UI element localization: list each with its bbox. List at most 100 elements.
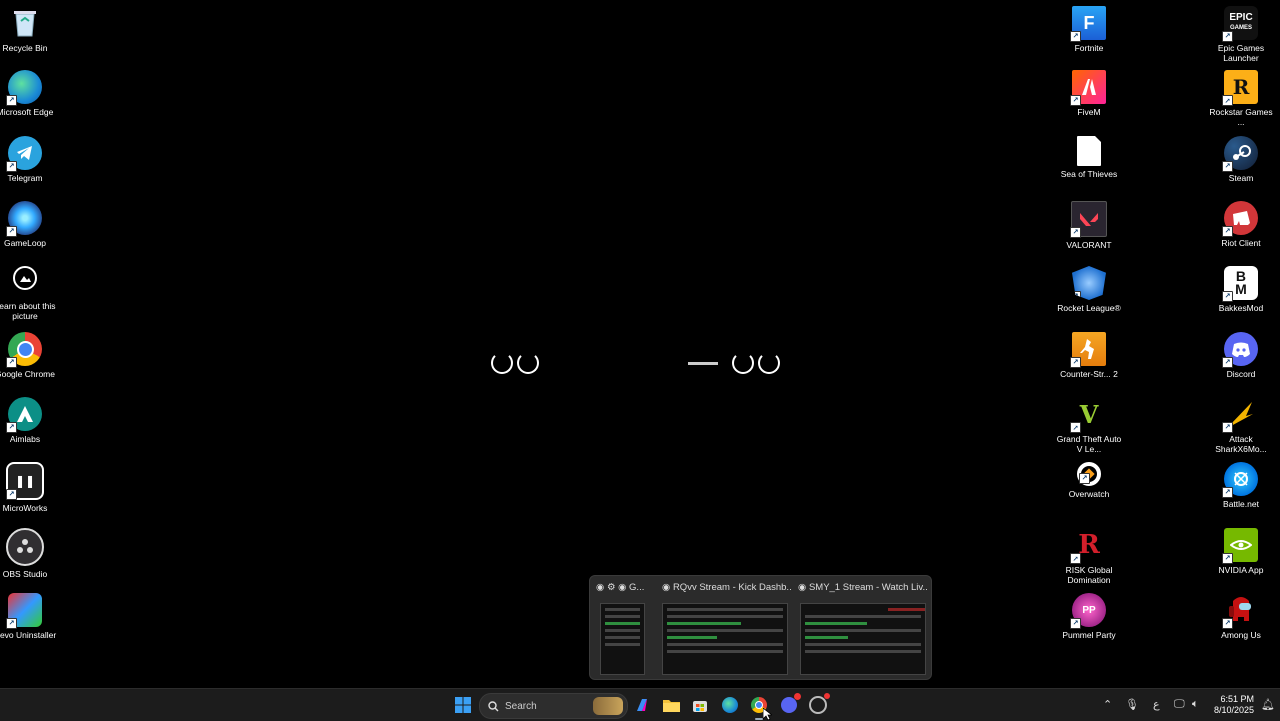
taskbar-copilot-button[interactable] xyxy=(632,695,652,715)
preview-tab-3[interactable]: ◉ SMY_1 Stream - Watch Liv... xyxy=(798,582,928,593)
preview-tab-2[interactable]: ◉ RQvv Stream - Kick Dashb... xyxy=(662,582,792,593)
desktop-icon-risk[interactable]: R ↗ RISK Global Domination xyxy=(1053,528,1125,585)
search-label: Search xyxy=(505,700,537,712)
chrome-icon: ◉ xyxy=(618,582,627,593)
folder-icon xyxy=(662,700,680,712)
desktop-icon-among-us[interactable]: ↗ Among Us xyxy=(1205,593,1277,640)
taskbar-file-explorer-button[interactable] xyxy=(661,695,681,715)
store-icon xyxy=(693,701,707,712)
taskbar-window-preview: ◉ ⚙ ◉ G... ◉ RQvv Stream - Kick Dashb...… xyxy=(589,575,932,680)
settings-icon: ⚙ xyxy=(606,582,616,593)
taskbar-clock[interactable]: 6:51 PM 8/10/2025 xyxy=(1214,694,1254,716)
spinner-ring-icon xyxy=(732,352,754,374)
desktop-icon-epic[interactable]: EPIC GAMES ↗ Epic Games Launcher xyxy=(1205,6,1277,63)
loading-spinner-left xyxy=(491,352,539,374)
notification-badge xyxy=(794,693,801,700)
epic-icon: EPIC GAMES ↗ xyxy=(1222,6,1258,42)
desktop-icon-rocket-league[interactable]: ↗ Rocket League® xyxy=(1053,266,1125,313)
chrome-icon: ↗ xyxy=(6,332,42,368)
riot-icon: ↗ xyxy=(1222,201,1258,237)
desktop-icon-overwatch[interactable]: ↗ Overwatch xyxy=(1053,462,1125,499)
revo-icon: ↗ xyxy=(6,593,42,629)
overwatch-icon: ↗ xyxy=(1077,462,1101,486)
spinner-ring-icon xyxy=(517,352,539,374)
desktop-icon-aimlabs[interactable]: ↗ Aimlabs xyxy=(0,397,61,444)
preview-tab-1[interactable]: ◉ ⚙ ◉ G... xyxy=(596,582,658,593)
desktop-icon-gameloop[interactable]: ↗ GameLoop xyxy=(0,201,61,248)
desktop-icon-chrome[interactable]: ↗ Google Chrome xyxy=(0,332,61,379)
spinner-ring-icon xyxy=(758,352,780,374)
taskbar-edge-button[interactable] xyxy=(720,695,740,715)
desktop-icon-nvidia[interactable]: ↗ NVIDIA App xyxy=(1205,528,1277,575)
tray-microphone-icon[interactable]: 🎙︎ xyxy=(1125,698,1139,711)
desktop-icon-battlenet[interactable]: ↗ Battle.net xyxy=(1205,462,1277,509)
desktop-icon-valorant[interactable]: ↗ VALORANT xyxy=(1053,201,1125,250)
rockstar-icon: R ↗ xyxy=(1222,70,1258,106)
recycle-bin-icon xyxy=(8,6,42,40)
gameloop-icon: ↗ xyxy=(6,201,42,237)
desktop-icon-riot[interactable]: ↗ Riot Client xyxy=(1205,201,1277,248)
preview-thumbnail-3[interactable] xyxy=(800,603,926,675)
desktop-icon-learn-picture[interactable]: Learn about this picture xyxy=(0,266,61,321)
shark-icon: ↗ xyxy=(1222,397,1258,433)
taskbar-app-button[interactable] xyxy=(808,693,830,715)
desktop-icon-fivem[interactable]: ↗ FiveM xyxy=(1053,70,1125,117)
battlenet-icon: ↗ xyxy=(1222,462,1258,498)
chrome-icon: ◉ xyxy=(798,582,807,593)
among-us-icon: ↗ xyxy=(1222,593,1258,629)
discord-icon: ↗ xyxy=(1222,332,1258,368)
tray-volume-icon[interactable]: 🔈︎ xyxy=(1192,698,1199,711)
spinner-ring-icon xyxy=(491,352,513,374)
tray-language-indicator[interactable]: ع xyxy=(1153,698,1160,711)
desktop-icon-bakkesmod[interactable]: B M ↗ BakkesMod xyxy=(1205,266,1277,313)
desktop-icon-revo[interactable]: ↗ Revo Uninstaller xyxy=(0,593,61,640)
aimlabs-icon: ↗ xyxy=(6,397,42,433)
taskbar-store-button[interactable] xyxy=(690,695,710,715)
preview-thumbnail-2[interactable] xyxy=(662,603,788,675)
desktop-icon-attack-shark[interactable]: ↗ Attack SharkX6Mo... xyxy=(1205,397,1277,454)
desktop-icon-fortnite[interactable]: F ↗ Fortnite xyxy=(1053,6,1125,53)
mouse-cursor-icon xyxy=(763,708,772,721)
copilot-icon xyxy=(637,699,647,711)
desktop-icon-discord[interactable]: ↗ Discord xyxy=(1205,332,1277,379)
pummel-party-icon: PP ↗ xyxy=(1070,593,1106,629)
counter-strike-icon: ↗ xyxy=(1070,332,1106,368)
camera-icon xyxy=(13,266,37,290)
tray-overflow-chevron-icon[interactable]: ⌃ xyxy=(1103,698,1112,711)
file-icon xyxy=(1077,136,1101,166)
desktop-icon-microworks[interactable]: ❚❚ ↗ MicroWorks xyxy=(0,462,61,513)
tray-network-icon[interactable]: 🖵︎ xyxy=(1174,698,1185,711)
preview-thumbnail-1[interactable] xyxy=(600,603,645,675)
desktop-icon-edge[interactable]: ↗ Microsoft Edge xyxy=(0,70,61,117)
discord-icon xyxy=(781,693,801,713)
fivem-icon: ↗ xyxy=(1070,70,1106,106)
desktop-icon-gta[interactable]: V ↗ Grand Theft Auto V Le... xyxy=(1053,397,1125,455)
edge-icon xyxy=(722,697,738,713)
desktop-icon-counter-strike[interactable]: ↗ Counter-Str... 2 xyxy=(1053,332,1125,379)
taskbar-discord-button[interactable] xyxy=(779,693,801,715)
edge-icon: ↗ xyxy=(6,70,42,106)
clock-date: 8/10/2025 xyxy=(1213,705,1254,715)
clock-time: 6:51 PM xyxy=(1220,694,1254,704)
desktop-icon-recycle-bin[interactable]: Recycle Bin xyxy=(0,6,61,53)
taskbar: Search ⌃ 🎙︎ ع 🖵︎ 🔈︎ 6:51 PM 8/10/2025 🔔︎ xyxy=(0,688,1280,721)
fortnite-icon: F ↗ xyxy=(1070,6,1106,42)
desktop-icon-pummel-party[interactable]: PP ↗ Pummel Party xyxy=(1053,593,1125,640)
desktop-icon-steam[interactable]: ↗ Steam xyxy=(1205,136,1277,183)
desktop-icon-sea-of-thieves[interactable]: Sea of Thieves xyxy=(1053,136,1125,179)
telegram-icon: ↗ xyxy=(6,136,42,172)
taskbar-search-box[interactable]: Search xyxy=(479,693,628,719)
obs-icon xyxy=(6,528,44,566)
windows-logo-icon xyxy=(455,697,471,713)
steam-icon: ↗ xyxy=(1222,136,1258,172)
microworks-icon: ❚❚ ↗ xyxy=(6,462,44,500)
search-highlight-icon xyxy=(593,697,623,715)
loading-spinner-right xyxy=(688,352,780,374)
start-button[interactable] xyxy=(453,695,473,715)
desktop-icon-obs[interactable]: OBS Studio xyxy=(0,528,61,579)
notification-bell-icon[interactable]: 🔔︎ xyxy=(1261,698,1275,711)
desktop-icon-rockstar[interactable]: R ↗ Rockstar Games ... xyxy=(1205,70,1277,127)
nvidia-icon: ↗ xyxy=(1222,528,1258,564)
desktop-icon-telegram[interactable]: ↗ Telegram xyxy=(0,136,61,183)
app-ring-icon xyxy=(809,693,830,714)
